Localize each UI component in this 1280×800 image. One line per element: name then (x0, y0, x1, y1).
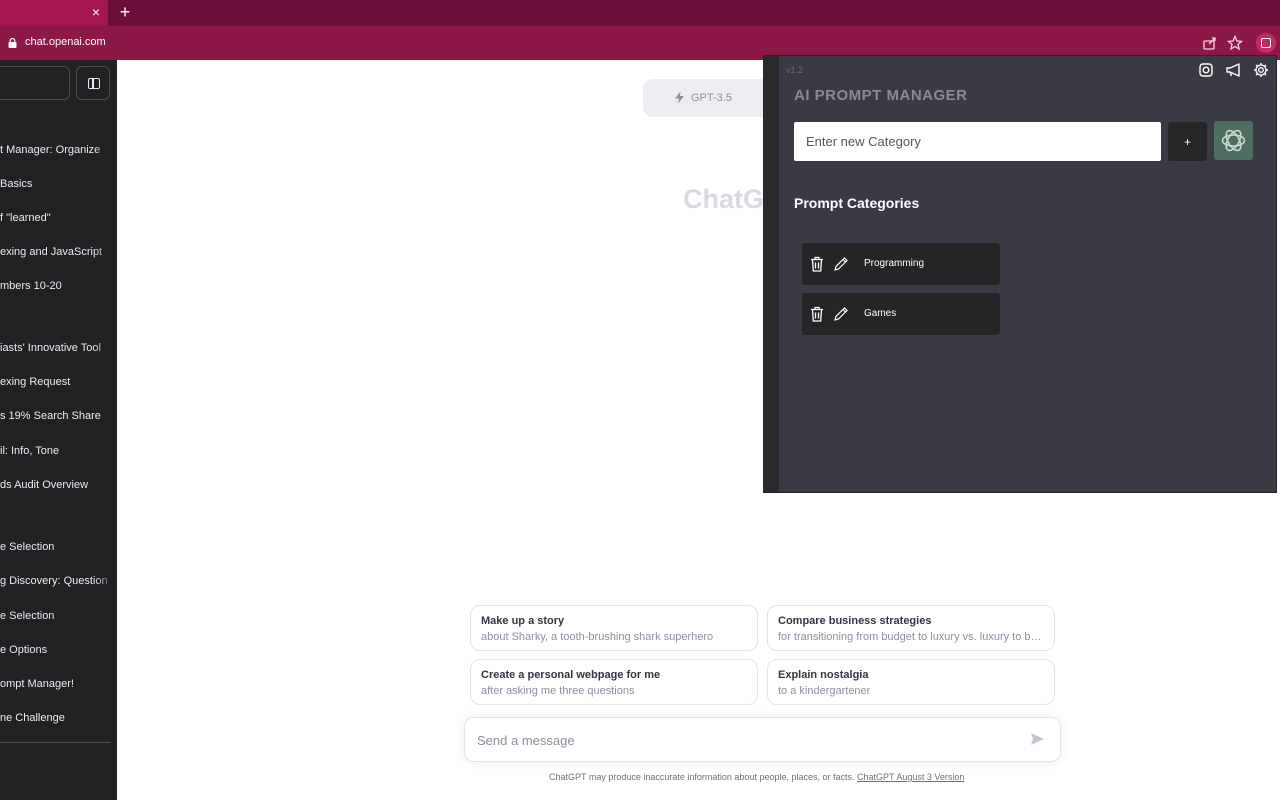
message-input[interactable] (477, 730, 1017, 750)
tab-bar: × + (0, 0, 1280, 26)
sidebar-chat-item[interactable]: exing and JavaScript (0, 244, 117, 260)
sidebar-chat-item[interactable]: g Discovery: Question (0, 573, 117, 589)
sidebar-chat-item[interactable]: ne Challenge (0, 710, 117, 726)
suggestion-subtitle: after asking me three questions (481, 685, 749, 697)
version-link[interactable]: ChatGPT August 3 Version (857, 772, 964, 782)
category-label[interactable]: Programming (864, 258, 924, 269)
megaphone-icon[interactable] (1225, 62, 1243, 78)
add-category-button[interactable]: + (1168, 122, 1207, 161)
gear-icon[interactable] (1253, 62, 1269, 78)
sidebar-chat-item[interactable]: e Selection (0, 539, 117, 555)
new-chat-button[interactable] (0, 66, 70, 100)
instagram-icon[interactable] (1198, 62, 1214, 78)
category-row[interactable]: Games (802, 293, 1000, 335)
suggestion-subtitle: to a kindergartener (778, 685, 1046, 697)
suggestion-card[interactable]: Explain nostalgia to a kindergartener (767, 659, 1055, 705)
suggestion-title: Create a personal webpage for me (481, 669, 660, 681)
version-label: v1.2 (786, 65, 803, 75)
share-icon[interactable] (1201, 34, 1219, 52)
disclaimer: ChatGPT may produce inaccurate informati… (549, 772, 964, 782)
trash-icon[interactable] (810, 256, 824, 272)
sidebar-chat-item[interactable]: ompt Manager! (0, 676, 117, 692)
sidebar-chat-item[interactable]: exing Request (0, 374, 117, 390)
sidebar-chat-item[interactable]: iasts' Innovative Tool (0, 340, 117, 356)
lightning-icon (674, 91, 685, 104)
page-title: ChatG (683, 184, 764, 215)
sidebar-divider (0, 742, 111, 743)
bookmark-star-icon[interactable] (1226, 34, 1244, 52)
suggestion-card[interactable]: Create a personal webpage for me after a… (470, 659, 758, 705)
category-input[interactable] (794, 122, 1161, 161)
suggestion-title: Compare business strategies (778, 615, 931, 627)
pencil-icon[interactable] (833, 256, 849, 272)
sidebar-chat-item[interactable]: il: Info, Tone (0, 443, 117, 459)
sidebar-chat-item[interactable]: t Manager: Organize (0, 142, 117, 158)
suggestion-title: Make up a story (481, 615, 564, 627)
suggestion-card[interactable]: Make up a story about Sharky, a tooth-br… (470, 605, 758, 651)
suggestion-title: Explain nostalgia (778, 669, 868, 681)
pencil-icon[interactable] (833, 306, 849, 322)
message-composer (464, 717, 1061, 762)
sidebar-chat-item[interactable]: s 19% Search Share (0, 408, 117, 424)
tab-close-icon[interactable]: × (89, 5, 103, 19)
suggestion-card[interactable]: Compare business strategies for transiti… (767, 605, 1055, 651)
category-label[interactable]: Games (864, 308, 896, 319)
panel-strip (764, 56, 779, 492)
sidebar-chat-item[interactable]: f "learned" (0, 210, 117, 226)
sidebar-chat-item[interactable]: mbers 10-20 (0, 278, 117, 294)
sidebar-toggle-button[interactable] (76, 66, 110, 100)
trash-icon[interactable] (810, 306, 824, 322)
sidebar-chat-item[interactable]: ds Audit Overview (0, 477, 117, 493)
extension-icon[interactable] (1256, 33, 1276, 53)
disclaimer-text: ChatGPT may produce inaccurate informati… (549, 772, 855, 782)
category-row[interactable]: Programming (802, 243, 1000, 285)
active-tab[interactable]: × (0, 0, 108, 26)
send-icon[interactable] (1030, 732, 1045, 746)
sidebar-toggle-icon (88, 78, 100, 89)
suggestion-subtitle: for transitioning from budget to luxury … (778, 631, 1046, 643)
openai-logo-button[interactable] (1214, 121, 1253, 160)
openai-logo-icon (1214, 121, 1253, 160)
lock-icon (8, 38, 17, 48)
sidebar: t Manager: Organize Basics f "learned" e… (0, 60, 117, 800)
new-tab-button[interactable]: + (117, 3, 133, 21)
panel-title: AI PROMPT MANAGER (794, 87, 968, 104)
url-text[interactable]: chat.openai.com (25, 36, 106, 48)
suggestion-subtitle: about Sharky, a tooth-brushing shark sup… (481, 631, 749, 643)
sidebar-chat-item[interactable]: e Options (0, 642, 117, 658)
sidebar-chat-item[interactable]: Basics (0, 176, 117, 192)
section-title: Prompt Categories (794, 195, 919, 211)
sidebar-chat-item[interactable]: e Selection (0, 608, 117, 624)
model-label[interactable]: GPT-3.5 (691, 92, 732, 104)
